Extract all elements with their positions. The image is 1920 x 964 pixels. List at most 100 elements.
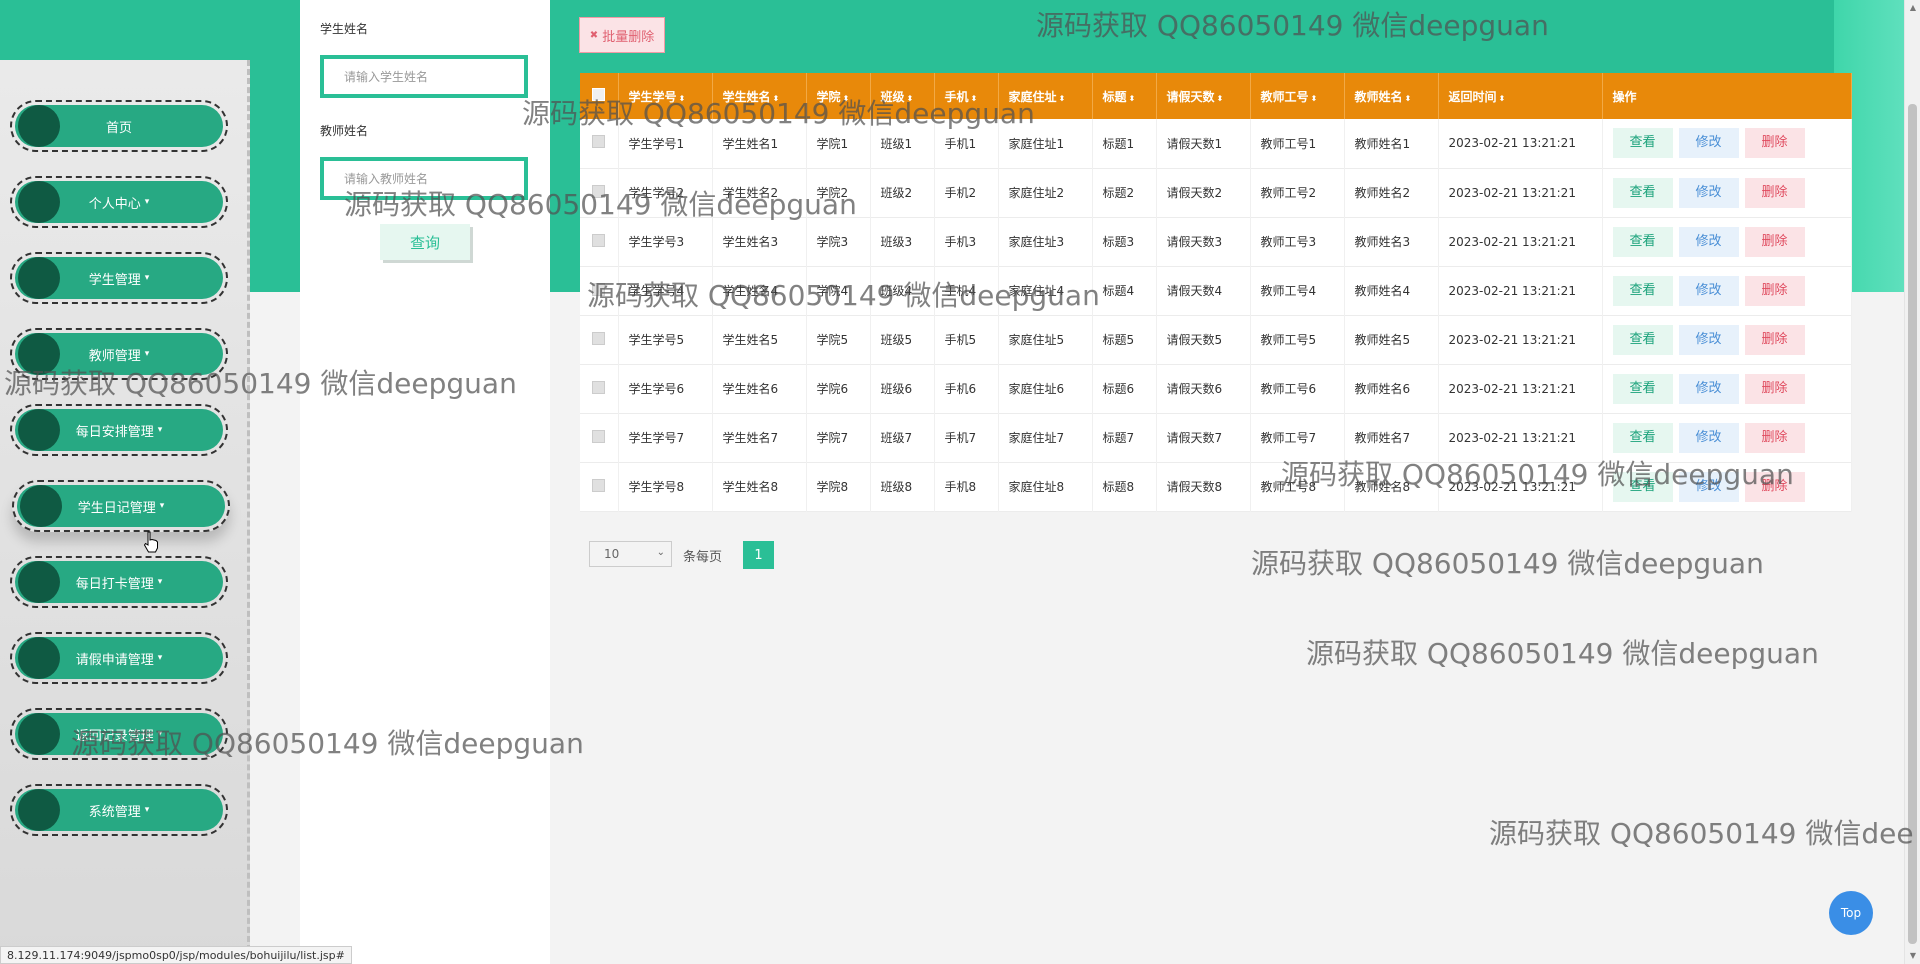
column-header[interactable]: 教师姓名 ⬍ xyxy=(1344,73,1439,119)
table-row: 学生学号2 学生姓名2 学院2 班级2 手机2 家庭住址2 标题2 请假天数2 教师工号2 教师姓… xyxy=(580,168,1852,217)
table-cell: 学生姓名5 xyxy=(712,315,807,364)
teacher-name-input[interactable]: 请输入教师姓名 xyxy=(320,157,528,200)
column-header[interactable]: 教师工号 ⬍ xyxy=(1250,73,1345,119)
row-checkbox-cell xyxy=(580,413,619,462)
table-row: 学生学号7 学生姓名7 学院7 班级7 手机7 家庭住址7 标题7 请假天数7 教师工号7 教师姓… xyxy=(580,413,1852,462)
row-checkbox[interactable] xyxy=(592,135,606,149)
table-cell: 教师工号2 xyxy=(1250,168,1345,217)
table-cell: 家庭住址8 xyxy=(998,462,1093,511)
column-header-label: 学院 xyxy=(816,89,841,104)
table-cell: 学生姓名8 xyxy=(712,462,807,511)
page-size-value: 10 xyxy=(604,547,620,561)
caret-down-icon: ▾ xyxy=(157,729,163,739)
sidebar-item-label: 学生日记管理 xyxy=(77,500,156,516)
column-header-label: 标题 xyxy=(1102,89,1127,104)
column-header-label: 请假天数 xyxy=(1166,89,1215,104)
column-header[interactable]: 学生学号 ⬍ xyxy=(618,73,713,119)
table-cell: 教师工号4 xyxy=(1250,266,1345,315)
delete-button[interactable]: 删除 xyxy=(1744,471,1805,502)
sidebar-item[interactable]: 返回记录管理 ▾ xyxy=(10,708,228,760)
table-cell: 2023-02-21 13:21:21 xyxy=(1438,266,1603,315)
table-cell: 学生姓名3 xyxy=(712,217,807,266)
page-size-select[interactable]: 10 ⌄ xyxy=(589,541,672,567)
sidebar-item[interactable]: 学生日记管理 ▾ xyxy=(12,480,230,532)
sidebar-item[interactable]: 教师管理 ▾ xyxy=(10,328,228,380)
table-cell: 学生姓名7 xyxy=(712,413,807,462)
edit-button[interactable]: 修改 xyxy=(1678,128,1739,159)
table-cell: 学生学号4 xyxy=(618,266,713,315)
table-cell: 标题6 xyxy=(1092,364,1157,413)
table-cell: 班级5 xyxy=(870,315,935,364)
column-header[interactable]: 班级 ⬍ xyxy=(870,73,935,119)
edit-button[interactable]: 修改 xyxy=(1678,226,1739,257)
sidebar-item[interactable]: 系统管理 ▾ xyxy=(10,784,228,836)
actions-cell: 查看 修改 删除 xyxy=(1602,119,1852,168)
sidebar-item[interactable]: 每日打卡管理 ▾ xyxy=(10,556,228,608)
delete-button[interactable]: 删除 xyxy=(1744,373,1805,404)
table-cell: 教师姓名5 xyxy=(1344,315,1439,364)
sidebar-item-label: 教师管理 xyxy=(88,348,141,364)
column-header[interactable]: 请假天数 ⬍ xyxy=(1156,73,1251,119)
view-button[interactable]: 查看 xyxy=(1612,373,1673,404)
edit-button[interactable]: 修改 xyxy=(1678,422,1739,453)
back-to-top-button[interactable]: Top xyxy=(1829,891,1873,935)
edit-button[interactable]: 修改 xyxy=(1678,471,1739,502)
view-button[interactable]: 查看 xyxy=(1612,226,1673,257)
row-checkbox[interactable] xyxy=(592,478,606,492)
delete-button[interactable]: 删除 xyxy=(1744,226,1805,257)
edit-button[interactable]: 修改 xyxy=(1678,324,1739,355)
view-button[interactable]: 查看 xyxy=(1612,177,1673,208)
delete-button[interactable]: 删除 xyxy=(1744,422,1805,453)
teacher-name-label: 教师姓名 xyxy=(320,124,369,138)
delete-button[interactable]: 删除 xyxy=(1744,128,1805,159)
row-checkbox[interactable] xyxy=(592,380,606,394)
view-button[interactable]: 查看 xyxy=(1612,128,1673,159)
delete-button[interactable]: 删除 xyxy=(1744,324,1805,355)
delete-button[interactable]: 删除 xyxy=(1744,177,1805,208)
scroll-down-arrow-icon[interactable]: ▼ xyxy=(1905,948,1920,964)
column-header[interactable]: 学院 ⬍ xyxy=(806,73,871,119)
query-button[interactable]: 查询 xyxy=(380,224,470,260)
view-button[interactable]: 查看 xyxy=(1612,275,1673,306)
column-header[interactable]: 家庭住址 ⬍ xyxy=(998,73,1093,119)
student-name-input[interactable]: 请输入学生姓名 xyxy=(320,55,528,98)
row-checkbox[interactable] xyxy=(592,282,606,296)
sidebar-item-pill: 请假申请管理 ▾ xyxy=(15,637,223,679)
select-all-checkbox[interactable] xyxy=(592,88,606,101)
sidebar-item[interactable]: 每日安排管理 ▾ xyxy=(10,404,228,456)
edit-button[interactable]: 修改 xyxy=(1678,177,1739,208)
sidebar-item[interactable]: 学生管理 ▾ xyxy=(10,252,228,304)
row-checkbox[interactable] xyxy=(592,184,606,198)
view-button[interactable]: 查看 xyxy=(1612,324,1673,355)
table-cell: 2023-02-21 13:21:21 xyxy=(1438,315,1603,364)
sidebar-item-label: 返回记录管理 xyxy=(75,728,154,744)
sort-icon: ⬍ xyxy=(1216,93,1224,103)
column-header[interactable]: 手机 ⬍ xyxy=(934,73,999,119)
sidebar-item[interactable]: 请假申请管理 ▾ xyxy=(10,632,228,684)
edit-button[interactable]: 修改 xyxy=(1678,275,1739,306)
scroll-up-arrow-icon[interactable]: ▲ xyxy=(1905,0,1920,16)
actions-cell: 查看 修改 删除 xyxy=(1602,413,1852,462)
column-header[interactable]: 学生姓名 ⬍ xyxy=(712,73,807,119)
edit-button[interactable]: 修改 xyxy=(1678,373,1739,404)
sidebar-item-pill: 系统管理 ▾ xyxy=(15,789,223,831)
sidebar-item-pill: 返回记录管理 ▾ xyxy=(15,713,223,755)
page-scrollbar[interactable]: ▲ ▼ xyxy=(1904,0,1920,964)
delete-button[interactable]: 删除 xyxy=(1744,275,1805,306)
row-checkbox[interactable] xyxy=(592,233,606,247)
column-header[interactable]: 返回时间 ⬍ xyxy=(1438,73,1603,119)
scrollbar-thumb[interactable] xyxy=(1908,104,1917,944)
column-header[interactable]: 标题 ⬍ xyxy=(1092,73,1157,119)
table-cell: 学生姓名4 xyxy=(712,266,807,315)
batch-delete-button[interactable]: ✖ 批量删除 xyxy=(579,17,665,53)
page-number-button[interactable]: 1 xyxy=(743,541,774,569)
row-checkbox[interactable] xyxy=(592,331,606,345)
sidebar-item[interactable]: 首页 xyxy=(10,100,228,152)
sort-icon: ⬍ xyxy=(1128,93,1136,103)
table-cell: 学生学号6 xyxy=(618,364,713,413)
actions-cell: 查看 修改 删除 xyxy=(1602,462,1852,511)
view-button[interactable]: 查看 xyxy=(1612,471,1673,502)
row-checkbox[interactable] xyxy=(592,429,606,443)
view-button[interactable]: 查看 xyxy=(1612,422,1673,453)
sidebar-item[interactable]: 个人中心 ▾ xyxy=(10,176,228,228)
